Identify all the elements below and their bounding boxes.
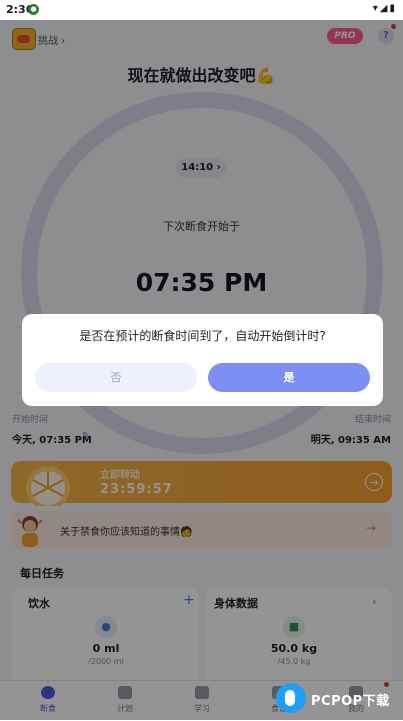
dialog-yes-button[interactable]: 是 (208, 363, 370, 392)
system-status-icons: ▾◢▮ (372, 3, 397, 14)
dialog-no-button[interactable]: 否 (35, 363, 197, 392)
dialog-message: 是否在预计的断食时间到了，自动开始倒计时? (79, 329, 326, 343)
watermark-logo-icon (276, 683, 306, 713)
status-bar: 2:36 ● ▾◢▮ (0, 0, 403, 20)
notification-icon: ● (28, 4, 39, 15)
watermark-text: PCPOP下载 (311, 694, 390, 709)
